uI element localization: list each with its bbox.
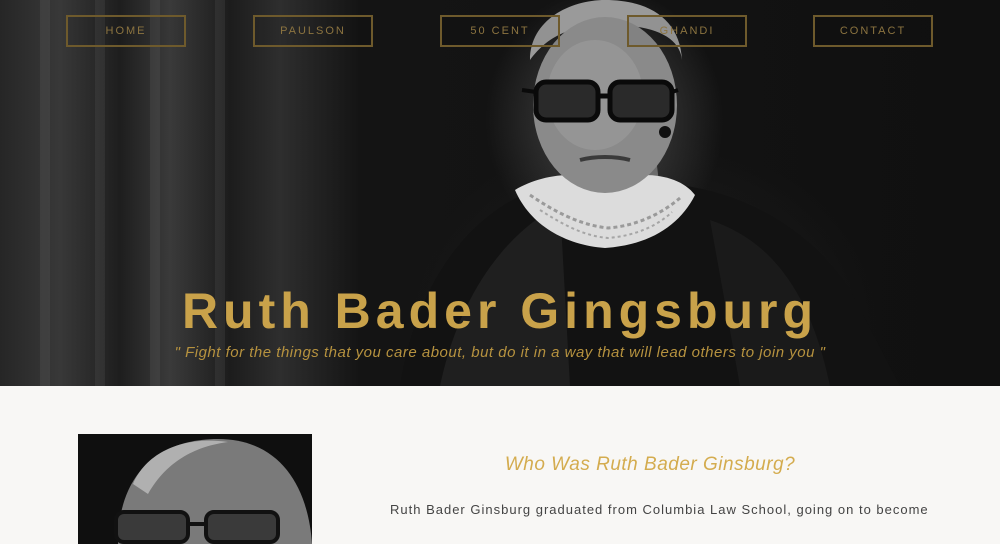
nav-home-button[interactable]: HOME (66, 15, 186, 47)
about-heading: Who Was Ruth Bader Ginsburg? (504, 454, 796, 475)
top-navigation: HOME PAULSON 50 CENT GHANDI CONTACT (0, 15, 1000, 47)
nav-50-cent-button[interactable]: 50 CENT (440, 15, 560, 47)
hero-banner: HOME PAULSON 50 CENT GHANDI CONTACT Ruth… (0, 0, 1000, 386)
profile-image (78, 434, 312, 544)
hero-title: Ruth Bader Gingsburg (181, 283, 819, 339)
profile-portrait-photo (78, 434, 312, 544)
nav-paulson-button[interactable]: PAULSON (253, 15, 373, 47)
about-paragraph: Ruth Bader Ginsburg graduated from Colum… (390, 502, 929, 517)
hero-quote: " Fight for the things that you care abo… (174, 344, 826, 361)
nav-contact-button[interactable]: CONTACT (813, 15, 933, 47)
about-section: Who Was Ruth Bader Ginsburg? Ruth Bader … (0, 386, 1000, 544)
nav-ghandi-button[interactable]: GHANDI (627, 15, 747, 47)
